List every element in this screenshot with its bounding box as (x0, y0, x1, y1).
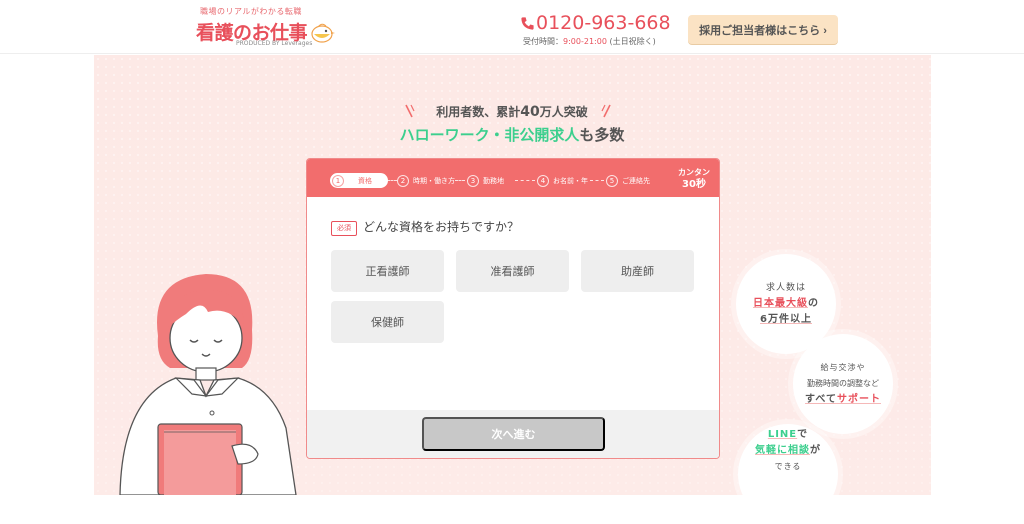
bird-mascot-icon (311, 23, 335, 43)
step-progress-bar: 1 資格 2 時期・働き方 3 勤務地 4 お名前・年 5 ご連絡先 カンタン 30秒 (307, 159, 719, 197)
nurse-illustration (119, 274, 297, 495)
option-public-health-nurse[interactable]: 保健師 (331, 301, 444, 343)
form-question: どんな資格をお持ちですか？ (363, 220, 520, 234)
step-5: 5 ご連絡先 (606, 173, 650, 188)
option-assistant-nurse[interactable]: 准看護師 (456, 250, 569, 292)
step-4: 4 お名前・年 (537, 173, 588, 188)
feature-circle-line: LINEで 気軽に相談が できる (738, 424, 838, 524)
next-button[interactable]: 次へ進む (422, 417, 605, 451)
feature-circle-support: 給与交渉や 勤務時間の調整など すべてサポート (793, 334, 893, 434)
phone-icon (521, 17, 534, 30)
quick-badge: カンタン 30秒 (678, 168, 710, 190)
option-midwife[interactable]: 助産師 (581, 250, 694, 292)
site-logo[interactable]: 職場のリアルがわかる転職 看護のお仕事 PRODUCED BY Leverage… (196, 6, 346, 50)
registration-form: 1 資格 2 時期・働き方 3 勤務地 4 お名前・年 5 ご連絡先 カンタン 30秒 必須… (306, 158, 720, 459)
logo-producer: PRODUCED BY Leverages (236, 40, 313, 47)
phone-number[interactable]: 0120-963-668 (536, 12, 671, 34)
employer-button[interactable]: 採用ご担当者様はこちら › (688, 15, 838, 44)
step-1: 1 資格 (330, 173, 388, 188)
hero-highlight: ハローワーク・非公開求人も多数 (399, 126, 625, 144)
required-badge: 必須 (331, 221, 357, 236)
step-2: 2 時期・働き方 (397, 173, 455, 188)
emphasis-slash-icon (601, 104, 611, 118)
phone-contact[interactable]: 0120-963-668 受付時間：9:00-21:00 (土日祝除く) (520, 11, 671, 47)
step-3: 3 勤務地 (467, 173, 504, 188)
hero-tagline: 利用者数、累計40万人突破 (436, 104, 588, 120)
logo-tagline: 職場のリアルがわかる転職 (200, 7, 302, 16)
form-footer: 次へ進む (307, 410, 719, 458)
option-registered-nurse[interactable]: 正看護師 (331, 250, 444, 292)
phone-hours: 受付時間：9:00-21:00 (土日祝除く) (523, 37, 656, 46)
site-header: 職場のリアルがわかる転職 看護のお仕事 PRODUCED BY Leverage… (0, 0, 1024, 54)
